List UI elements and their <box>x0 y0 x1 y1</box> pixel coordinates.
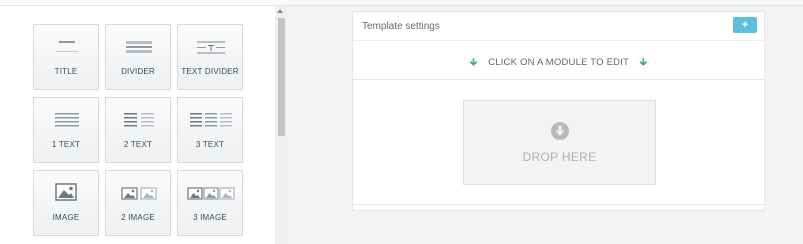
editor-header: Template settings + <box>353 12 764 41</box>
drop-area: DROP HERE <box>353 79 764 205</box>
image-icon <box>55 183 77 201</box>
edit-hint: 🡳 CLICK ON A MODULE TO EDIT 🡳 <box>353 41 764 79</box>
template-settings-link[interactable]: Template settings <box>362 21 440 32</box>
arrow-down-icon: 🡳 <box>469 57 478 68</box>
module-tile-1-text[interactable]: 1 TEXT <box>33 97 99 163</box>
module-label: 3 TEXT <box>195 140 225 149</box>
module-tile-title[interactable]: TITLE <box>33 24 99 90</box>
module-label: TEXT DIVIDER <box>181 67 239 76</box>
module-label: 3 IMAGE <box>193 213 227 222</box>
module-tile-2-text[interactable]: 2 TEXT <box>105 97 171 163</box>
divider-icon <box>126 41 152 53</box>
template-editor: Template settings + 🡳 CLICK ON A MODULE … <box>352 11 765 211</box>
drop-here-label: DROP HERE <box>522 150 597 164</box>
module-tile-divider[interactable]: DIVIDER <box>105 24 171 90</box>
module-tile-2-image[interactable]: 2 IMAGE <box>105 170 171 236</box>
module-tile-3-text[interactable]: 3 TEXT <box>177 97 243 163</box>
two-text-icon <box>124 113 154 127</box>
scroll-thumb[interactable] <box>278 18 285 136</box>
module-panel-scrollbar[interactable] <box>275 6 287 244</box>
module-label: 2 TEXT <box>123 140 153 149</box>
module-tile-image[interactable]: IMAGE <box>33 170 99 236</box>
module-tile-3-image[interactable]: 3 IMAGE <box>177 170 243 236</box>
module-label: TITLE <box>54 67 78 76</box>
arrow-down-icon: 🡳 <box>639 57 648 68</box>
module-tile-text-divider[interactable]: TEXT DIVIDER <box>177 24 243 90</box>
module-label: DIVIDER <box>121 67 155 76</box>
module-label: IMAGE <box>52 213 80 222</box>
three-text-icon <box>190 113 232 127</box>
three-image-icon <box>187 187 235 200</box>
title-icon <box>56 41 78 52</box>
add-button[interactable]: + <box>733 17 757 33</box>
one-text-icon <box>55 113 79 127</box>
edit-hint-text: CLICK ON A MODULE TO EDIT <box>488 57 629 68</box>
scroll-up-arrow-icon[interactable] <box>277 9 283 13</box>
drop-zone[interactable]: DROP HERE <box>463 100 656 185</box>
text-divider-icon <box>197 41 225 54</box>
two-image-icon <box>121 187 157 200</box>
download-arrow-icon <box>551 122 569 140</box>
module-label: 1 TEXT <box>51 140 81 149</box>
module-panel: TITLE DIVIDER TEXT DIVIDER 1 TEXT 2 TEXT… <box>0 6 287 244</box>
module-label: 2 IMAGE <box>121 213 155 222</box>
